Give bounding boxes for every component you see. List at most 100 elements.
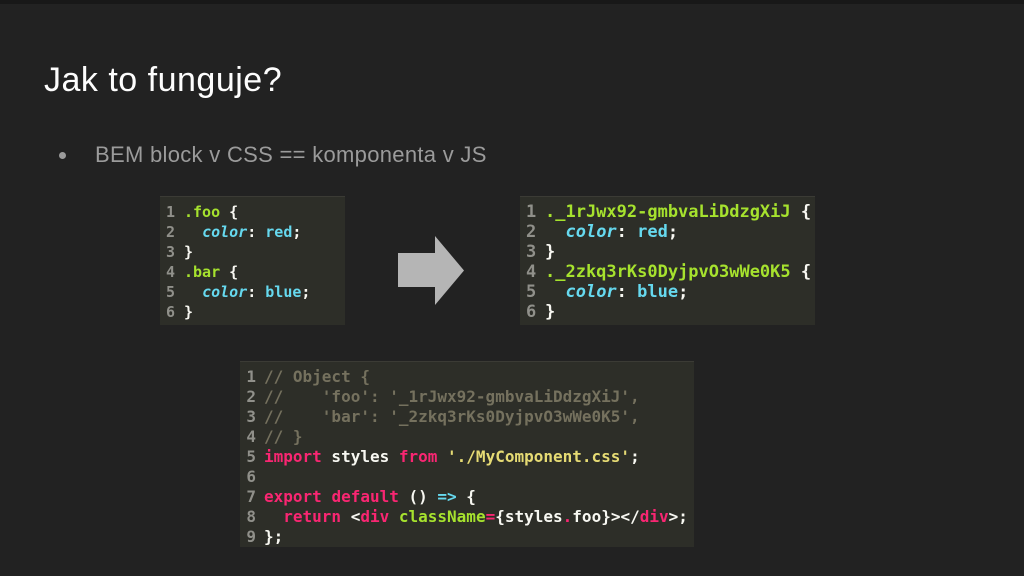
code-line: 9};: [246, 527, 690, 547]
line-number: 2: [246, 387, 256, 406]
code-text: // 'bar': '_2zkq3rKs0DyjpvO3wWe0K5',: [264, 407, 640, 427]
code-line: 6}: [526, 302, 811, 322]
line-number: 1: [166, 203, 176, 221]
code-line: 3 // 'bar': '_2zkq3rKs0DyjpvO3wWe0K5',: [246, 407, 690, 427]
token: <: [341, 507, 361, 526]
slide: Jak to funguje? BEM block v CSS == kompo…: [0, 0, 1024, 576]
token: blue: [265, 283, 302, 301]
line-number: 1: [246, 367, 256, 386]
line-number: 5: [526, 282, 537, 302]
line-number: 4: [526, 262, 537, 282]
code-line: 1 .foo {: [166, 202, 341, 222]
code-line: 6: [246, 467, 690, 487]
code-text: return <div className={styles.foo}></div…: [264, 507, 688, 527]
code-text: ._1rJwx92-gmbvaLiDdzgXiJ {: [545, 202, 811, 222]
token: ;: [667, 222, 679, 242]
token: {: [790, 262, 812, 282]
token: import: [264, 447, 322, 466]
code-line: 3}: [526, 242, 811, 262]
token: foo}></: [572, 507, 640, 526]
code-text: color: blue;: [184, 282, 310, 302]
token: red: [637, 222, 668, 242]
token: {styles: [495, 507, 563, 526]
token: {: [220, 263, 239, 281]
token: ;: [301, 283, 311, 301]
code-line: 8 return <div className={styles.foo}></d…: [246, 507, 690, 527]
code-line: 1 ._1rJwx92-gmbvaLiDdzgXiJ {: [526, 202, 811, 222]
code-line: 1 // Object {: [246, 367, 690, 387]
line-number: 4: [246, 427, 256, 446]
bullet-text: BEM block v CSS == komponenta v JS: [95, 142, 487, 167]
code-text: .bar {: [184, 262, 238, 282]
code-line: 5 import styles from './MyComponent.css';: [246, 447, 690, 467]
slide-title: Jak to funguje?: [44, 61, 283, 99]
token: =: [485, 507, 496, 526]
line-number: 6: [166, 303, 176, 321]
line-number: 7: [246, 487, 256, 506]
line-number: 2: [526, 222, 537, 242]
token: >;: [668, 507, 688, 526]
token: ;: [678, 282, 689, 302]
code-text: color: blue;: [545, 282, 688, 302]
token: from: [398, 447, 438, 466]
line-number: 5: [246, 447, 256, 466]
code-text: // Object {: [264, 367, 370, 387]
code-line: 2 // 'foo': '_1rJwx92-gmbvaLiDdzgXiJ',: [246, 387, 690, 407]
token: {: [456, 487, 476, 506]
token: className: [398, 507, 486, 526]
token: './MyComponent.css': [447, 447, 631, 466]
code-block-css-source: 1 .foo {2 color: red; 3} 4 .bar {5 color: bl…: [160, 196, 345, 325]
token: }: [184, 243, 194, 261]
code-line: 4 ._2zkq3rKs0DyjpvO3wWe0K5 {: [526, 262, 811, 282]
token: :: [247, 283, 266, 301]
code-text: // 'foo': '_1rJwx92-gmbvaLiDdzgXiJ',: [264, 387, 640, 407]
token: ._2zkq3rKs0DyjpvO3wWe0K5: [545, 262, 791, 282]
token: // Object {: [264, 367, 370, 386]
token: ;: [630, 447, 640, 466]
code-text: }: [184, 242, 193, 262]
token: =>: [437, 487, 457, 506]
token: color: [202, 283, 248, 301]
token: }: [545, 242, 556, 262]
code-text: .foo {: [184, 202, 238, 222]
token: }: [184, 303, 194, 321]
arrow-right-icon: [398, 236, 464, 305]
line-number: 6: [526, 302, 537, 322]
code-line: 7 export default () => {: [246, 487, 690, 507]
token: blue: [637, 282, 679, 302]
code-text: color: red;: [545, 222, 678, 242]
code-line: 4 .bar {: [166, 262, 341, 282]
token: ._1rJwx92-gmbvaLiDdzgXiJ: [545, 202, 791, 222]
token: return: [283, 507, 342, 526]
token: color: [202, 223, 248, 241]
line-number: 3: [246, 407, 256, 426]
code-block-js-component: 1 // Object { 2 // 'foo': '_1rJwx92-gmbvaLi…: [240, 361, 694, 547]
line-number: 2: [166, 223, 176, 241]
line-number: 9: [246, 527, 256, 546]
code-text: }: [184, 302, 193, 322]
token: // }: [264, 427, 303, 446]
code-line: 2 color: red;: [526, 222, 811, 242]
line-number: 5: [166, 283, 176, 301]
token: :: [616, 222, 638, 242]
token: ;: [292, 223, 302, 241]
token: red: [265, 223, 293, 241]
code-text: export default () => {: [264, 487, 476, 507]
code-text: import styles from './MyComponent.css';: [264, 447, 640, 467]
code-line: 5 color: blue;: [526, 282, 811, 302]
token: {: [790, 202, 812, 222]
code-line: 3}: [166, 242, 341, 262]
code-text: ._2zkq3rKs0DyjpvO3wWe0K5 {: [545, 262, 811, 282]
token: color: [565, 282, 617, 302]
token: {: [220, 203, 239, 221]
code-text: };: [264, 527, 283, 547]
code-block-css-modules-output: 1 ._1rJwx92-gmbvaLiDdzgXiJ {2 color: red;…: [520, 196, 815, 325]
line-number: 1: [526, 202, 537, 222]
token: };: [264, 527, 284, 546]
